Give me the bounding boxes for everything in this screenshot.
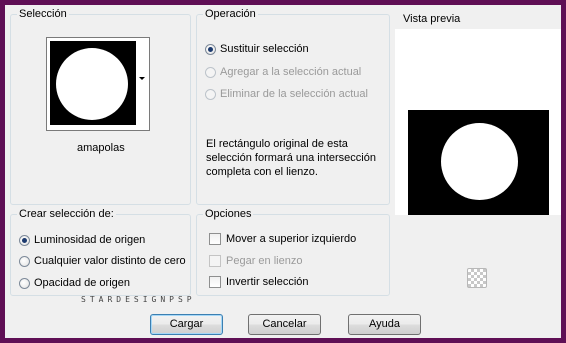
radio-eliminar-seleccion-label[interactable]: Eliminar de la selección actual bbox=[220, 87, 368, 101]
watermark-text: STARDESIGNPSP bbox=[81, 295, 196, 304]
selection-thumbnail-dropdown[interactable] bbox=[46, 37, 150, 131]
crear-seleccion-group: Crear selección de: Luminosidad de orige… bbox=[10, 207, 191, 296]
cargar-button[interactable]: Cargar bbox=[150, 314, 223, 335]
radio-cualquier-valor[interactable] bbox=[19, 256, 30, 267]
preview-circle bbox=[441, 123, 518, 200]
checkbox-invertir-seleccion-label[interactable]: Invertir selección bbox=[226, 275, 309, 289]
opciones-group: Opciones Mover a superior izquierdo Pega… bbox=[196, 207, 390, 296]
selection-thumbnail bbox=[50, 41, 136, 125]
checkbox-mover-superior-izquierdo[interactable] bbox=[209, 233, 221, 245]
radio-sustituir-seleccion[interactable] bbox=[205, 44, 216, 55]
radio-opacidad-origen-label[interactable]: Opacidad de origen bbox=[34, 276, 130, 290]
vista-previa-title: Vista previa bbox=[403, 13, 461, 25]
window-frame: Selección amapolas Operación Sustituir s… bbox=[0, 0, 566, 343]
radio-opacidad-origen[interactable] bbox=[19, 278, 30, 289]
checkbox-pegar-en-lienzo-label[interactable]: Pegar en lienzo bbox=[226, 254, 302, 268]
chevron-down-icon bbox=[139, 77, 145, 80]
radio-sustituir-seleccion-label[interactable]: Sustituir selección bbox=[220, 42, 309, 56]
selection-name: amapolas bbox=[77, 142, 125, 154]
selection-dropdown-arrow[interactable] bbox=[138, 41, 146, 125]
operacion-group-title: Operación bbox=[203, 7, 258, 21]
selection-thumbnail-circle bbox=[56, 48, 128, 120]
load-selection-dialog: Selección amapolas Operación Sustituir s… bbox=[5, 5, 561, 338]
operation-description-line-2: selección formará una intersección bbox=[206, 152, 376, 164]
radio-cualquier-valor-label[interactable]: Cualquier valor distinto de cero bbox=[34, 254, 186, 268]
crear-seleccion-group-title: Crear selección de: bbox=[17, 207, 116, 221]
operation-description-line-3: completa con el lienzo. bbox=[206, 166, 318, 178]
checkbox-invertir-seleccion[interactable] bbox=[209, 276, 221, 288]
seleccion-group: Selección amapolas bbox=[10, 7, 191, 205]
ayuda-button[interactable]: Ayuda bbox=[348, 314, 421, 335]
radio-agregar-seleccion[interactable] bbox=[205, 67, 216, 78]
preview-canvas bbox=[408, 110, 549, 215]
operation-description-line-1: El rectángulo original de esta bbox=[206, 138, 348, 150]
radio-eliminar-seleccion[interactable] bbox=[205, 89, 216, 100]
operacion-group: Operación Sustituir selección Agregar a … bbox=[196, 7, 390, 205]
opciones-group-title: Opciones bbox=[203, 207, 254, 221]
checkbox-pegar-en-lienzo[interactable] bbox=[209, 255, 221, 267]
radio-luminosidad-origen[interactable] bbox=[19, 235, 30, 246]
checkbox-mover-superior-izquierdo-label[interactable]: Mover a superior izquierdo bbox=[226, 232, 356, 246]
cancelar-button[interactable]: Cancelar bbox=[248, 314, 321, 335]
seleccion-group-title: Selección bbox=[17, 7, 69, 21]
radio-agregar-seleccion-label[interactable]: Agregar a la selección actual bbox=[220, 65, 361, 79]
checkerboard-icon[interactable] bbox=[467, 268, 487, 288]
radio-luminosidad-origen-label[interactable]: Luminosidad de origen bbox=[34, 233, 145, 247]
